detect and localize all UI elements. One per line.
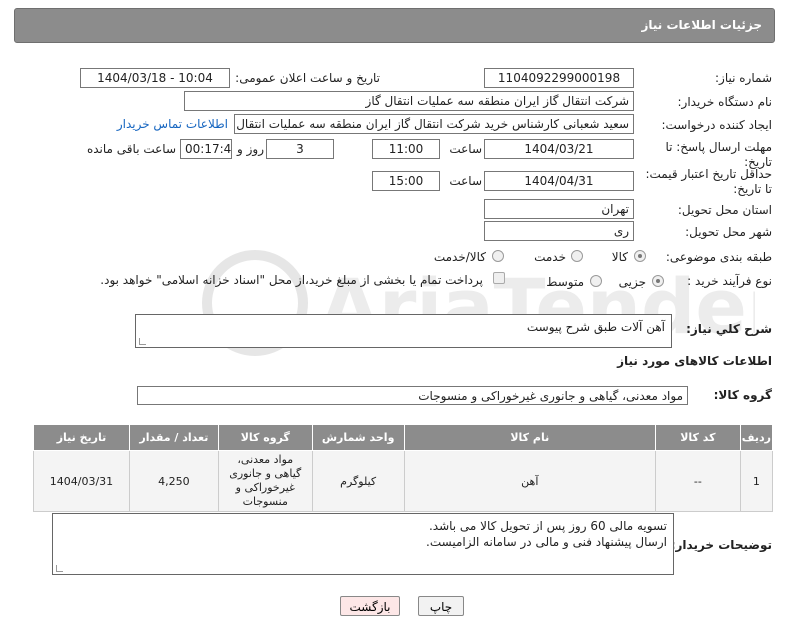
buyer-org-label: نام دستگاه خریدار: [677, 95, 773, 109]
need-number-field: 1104092299000198 [484, 68, 634, 88]
price-validity-time-label: ساعت [449, 174, 482, 188]
category-option-service: خدمت [534, 250, 566, 264]
goods-section-title: اطلاعات کالاهای مورد نیاز [617, 354, 772, 368]
goods-table: ردیف کد کالا نام کالا واحد شمارش گروه کا… [33, 424, 774, 512]
process-option-medium: متوسط [546, 275, 584, 289]
cell-row: 1 [739, 450, 774, 512]
category-option-goods: کالا [611, 250, 628, 264]
remaining-label: ساعت باقی مانده [86, 142, 176, 156]
price-validity-time-field: 15:00 [372, 171, 440, 191]
col-date: تاریخ نیاز [33, 424, 130, 451]
resize-grip-icon[interactable] [139, 338, 146, 345]
treasury-payment-checkbox[interactable] [493, 272, 505, 284]
process-radio-minor[interactable] [652, 275, 664, 287]
category-radio-service[interactable] [571, 250, 583, 262]
print-button[interactable]: چاپ [418, 596, 464, 616]
buyer-notes-textarea[interactable]: تسویه مالی 60 روز پس از تحویل کالا می با… [52, 513, 674, 575]
price-validity-date-field: 1404/04/31 [484, 171, 634, 191]
announce-field: 1404/03/18 - 10:04 [80, 68, 230, 88]
col-unit: واحد شمارش [311, 424, 405, 451]
buyer-org-field: شرکت انتقال گاز ایران منطقه سه عملیات ان… [184, 91, 634, 111]
deadline-time-field: 11:00 [372, 139, 440, 159]
process-radio-medium[interactable] [590, 275, 602, 287]
cell-code: -- [654, 450, 741, 512]
cell-qty: 4,250 [128, 450, 219, 512]
province-field: تهران [484, 199, 634, 219]
cell-unit: کیلوگرم [311, 450, 405, 512]
goods-group-field: مواد معدنی، گیاهی و جانوری غیرخوراکی و م… [137, 386, 688, 405]
col-group: گروه کالا [217, 424, 313, 451]
page-title: جزئیات اطلاعات نیاز [641, 18, 762, 32]
buyer-notes-line-1: تسویه مالی 60 روز پس از تحویل کالا می با… [428, 519, 667, 533]
col-name: نام کالا [403, 424, 656, 451]
goods-table-header: ردیف کد کالا نام کالا واحد شمارش گروه کا… [33, 424, 774, 451]
resize-grip-icon[interactable] [56, 565, 63, 572]
requester-label: ایجاد کننده درخواست: [661, 118, 772, 132]
summary-textarea[interactable]: آهن آلات طبق شرح پیوست [135, 314, 672, 348]
deadline-date-field: 1404/03/21 [484, 139, 634, 159]
process-option-minor: جزیی [618, 275, 646, 289]
city-field: ری [484, 221, 634, 241]
process-label: نوع فرآیند خرید : [687, 274, 772, 288]
table-row: 1 -- آهن کیلوگرم مواد معدنی، گیاهی و جان… [33, 450, 774, 512]
page-header: جزئیات اطلاعات نیاز [14, 8, 775, 43]
announce-label: تاریخ و ساعت اعلان عمومی: [235, 71, 380, 85]
category-option-goods-service: کالا/خدمت [433, 250, 486, 264]
requester-field: سعید شعبانی کارشناس خرید شرکت انتقال گاز… [234, 114, 634, 134]
back-button[interactable]: بازگشت [340, 596, 400, 616]
category-radio-goods-service[interactable] [492, 250, 504, 262]
remaining-time-field: 00:17:40 [180, 139, 232, 159]
price-validity-label: حداقل تاریخ اعتبار قیمت: تا تاریخ: [645, 167, 772, 196]
buyer-contact-link[interactable]: اطلاعات تماس خریدار [117, 117, 228, 131]
deadline-time-label: ساعت [449, 142, 482, 156]
deadline-label: مهلت ارسال پاسخ: تا تاریخ: [665, 140, 772, 169]
category-label: طبقه بندی موضوعی: [665, 250, 772, 264]
goods-group-label: گروه کالا: [713, 388, 772, 402]
buyer-notes-line-2: ارسال پیشنهاد فنی و مالی در سامانه الزام… [426, 535, 667, 549]
days-label: روز و [237, 142, 264, 156]
summary-text: آهن آلات طبق شرح پیوست [526, 320, 665, 334]
treasury-payment-note: پرداخت تمام یا بخشی از مبلغ خرید،از محل … [100, 273, 483, 287]
province-label: استان محل تحویل: [677, 203, 772, 217]
col-qty: تعداد / مقدار [128, 424, 219, 451]
col-code: کد کالا [654, 424, 741, 451]
col-row: ردیف [739, 424, 774, 451]
cell-date: 1404/03/31 [33, 450, 130, 512]
days-field: 3 [266, 139, 334, 159]
summary-label: شرح کلي نياز: [686, 322, 772, 336]
need-number-label: شماره نیاز: [715, 71, 772, 85]
cell-name: آهن [403, 450, 656, 512]
cell-group: مواد معدنی، گیاهی و جانوری غیرخوراکی و م… [217, 450, 313, 512]
city-label: شهر محل تحویل: [685, 225, 772, 239]
category-radio-goods[interactable] [634, 250, 646, 262]
buyer-notes-label: توضیحات خریدار: [670, 538, 772, 552]
